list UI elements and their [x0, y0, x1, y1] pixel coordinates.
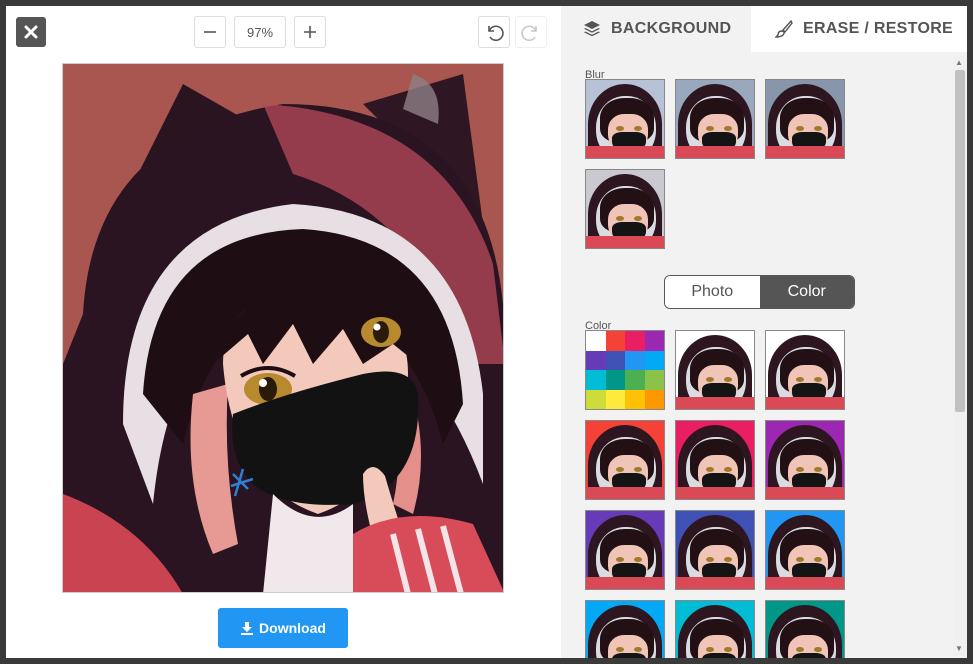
palette-swatch[interactable]: [605, 350, 625, 370]
toggle-photo-option[interactable]: Photo: [665, 276, 760, 308]
color-background-thumbnail[interactable]: [765, 600, 845, 658]
color-background-thumbnail[interactable]: [585, 600, 665, 658]
tab-erase-restore-label: ERASE / RESTORE: [803, 20, 954, 37]
palette-swatch[interactable]: [586, 370, 606, 390]
color-background-thumbnail[interactable]: [675, 600, 755, 658]
editor-area: 97% Download: [6, 6, 561, 658]
zoom-level-display: 97%: [234, 16, 286, 48]
palette-swatch[interactable]: [644, 331, 664, 351]
editor-window: 97% Download BACKGROUND ERASE / RESTORE …: [6, 6, 967, 658]
color-background-thumbnail[interactable]: [675, 420, 755, 500]
palette-swatch[interactable]: [586, 331, 606, 351]
plus-icon: [304, 26, 316, 38]
undo-icon: [488, 25, 504, 42]
close-icon: [24, 25, 38, 39]
blur-thumbnail[interactable]: [585, 79, 665, 159]
palette-grid: [586, 331, 664, 409]
blur-thumbnail[interactable]: [765, 79, 845, 159]
palette-swatch[interactable]: [625, 389, 645, 409]
color-background-thumbnail[interactable]: [765, 420, 845, 500]
palette-swatch[interactable]: [605, 389, 625, 409]
panel-tabs: BACKGROUND ERASE / RESTORE: [561, 6, 967, 52]
color-background-thumbnail[interactable]: [675, 510, 755, 590]
close-button[interactable]: [16, 17, 46, 47]
color-background-thumbnail[interactable]: [765, 330, 845, 410]
options-panel: BACKGROUND ERASE / RESTORE Blur Photo Co…: [561, 6, 967, 658]
color-background-thumbnail[interactable]: [765, 510, 845, 590]
redo-icon: [521, 25, 537, 42]
panel-scrollbar[interactable]: ▲ ▼: [953, 56, 965, 656]
palette-swatch[interactable]: [644, 370, 664, 390]
palette-swatch[interactable]: [644, 389, 664, 409]
palette-swatch[interactable]: [586, 350, 606, 370]
toggle-color-option[interactable]: Color: [759, 276, 854, 308]
download-label: Download: [259, 620, 326, 636]
zoom-in-button[interactable]: [294, 16, 326, 48]
tab-background[interactable]: BACKGROUND: [561, 6, 751, 52]
palette-swatch[interactable]: [625, 331, 645, 351]
download-button[interactable]: Download: [218, 608, 348, 648]
brush-icon: [775, 20, 793, 38]
redo-button[interactable]: [515, 16, 547, 48]
palette-swatch[interactable]: [644, 350, 664, 370]
minus-icon: [204, 31, 216, 33]
palette-swatch[interactable]: [625, 350, 645, 370]
scroll-up-arrow-icon[interactable]: ▲: [953, 56, 965, 68]
layers-icon: [584, 21, 600, 37]
palette-swatch[interactable]: [586, 389, 606, 409]
blur-thumbnail[interactable]: [585, 169, 665, 249]
color-background-thumbnail[interactable]: [675, 330, 755, 410]
photo-color-toggle: Photo Color: [664, 275, 855, 309]
tab-background-label: BACKGROUND: [611, 20, 732, 37]
palette-swatch[interactable]: [605, 370, 625, 390]
color-background-thumbnail[interactable]: [585, 510, 665, 590]
palette-swatch[interactable]: [625, 370, 645, 390]
color-palette-picker[interactable]: [585, 330, 665, 410]
undo-button[interactable]: [478, 16, 510, 48]
tab-erase-restore[interactable]: ERASE / RESTORE: [751, 6, 967, 52]
scrollbar-thumb[interactable]: [955, 70, 965, 412]
color-background-thumbnail[interactable]: [585, 420, 665, 500]
blur-thumbnail[interactable]: [675, 79, 755, 159]
anime-portrait-image: [63, 64, 503, 592]
palette-swatch[interactable]: [605, 331, 625, 351]
image-canvas[interactable]: [62, 63, 504, 593]
zoom-out-button[interactable]: [194, 16, 226, 48]
background-options-list[interactable]: Blur Photo Color Color: [561, 52, 951, 658]
scroll-down-arrow-icon[interactable]: ▼: [953, 642, 965, 654]
download-icon: [241, 622, 254, 635]
